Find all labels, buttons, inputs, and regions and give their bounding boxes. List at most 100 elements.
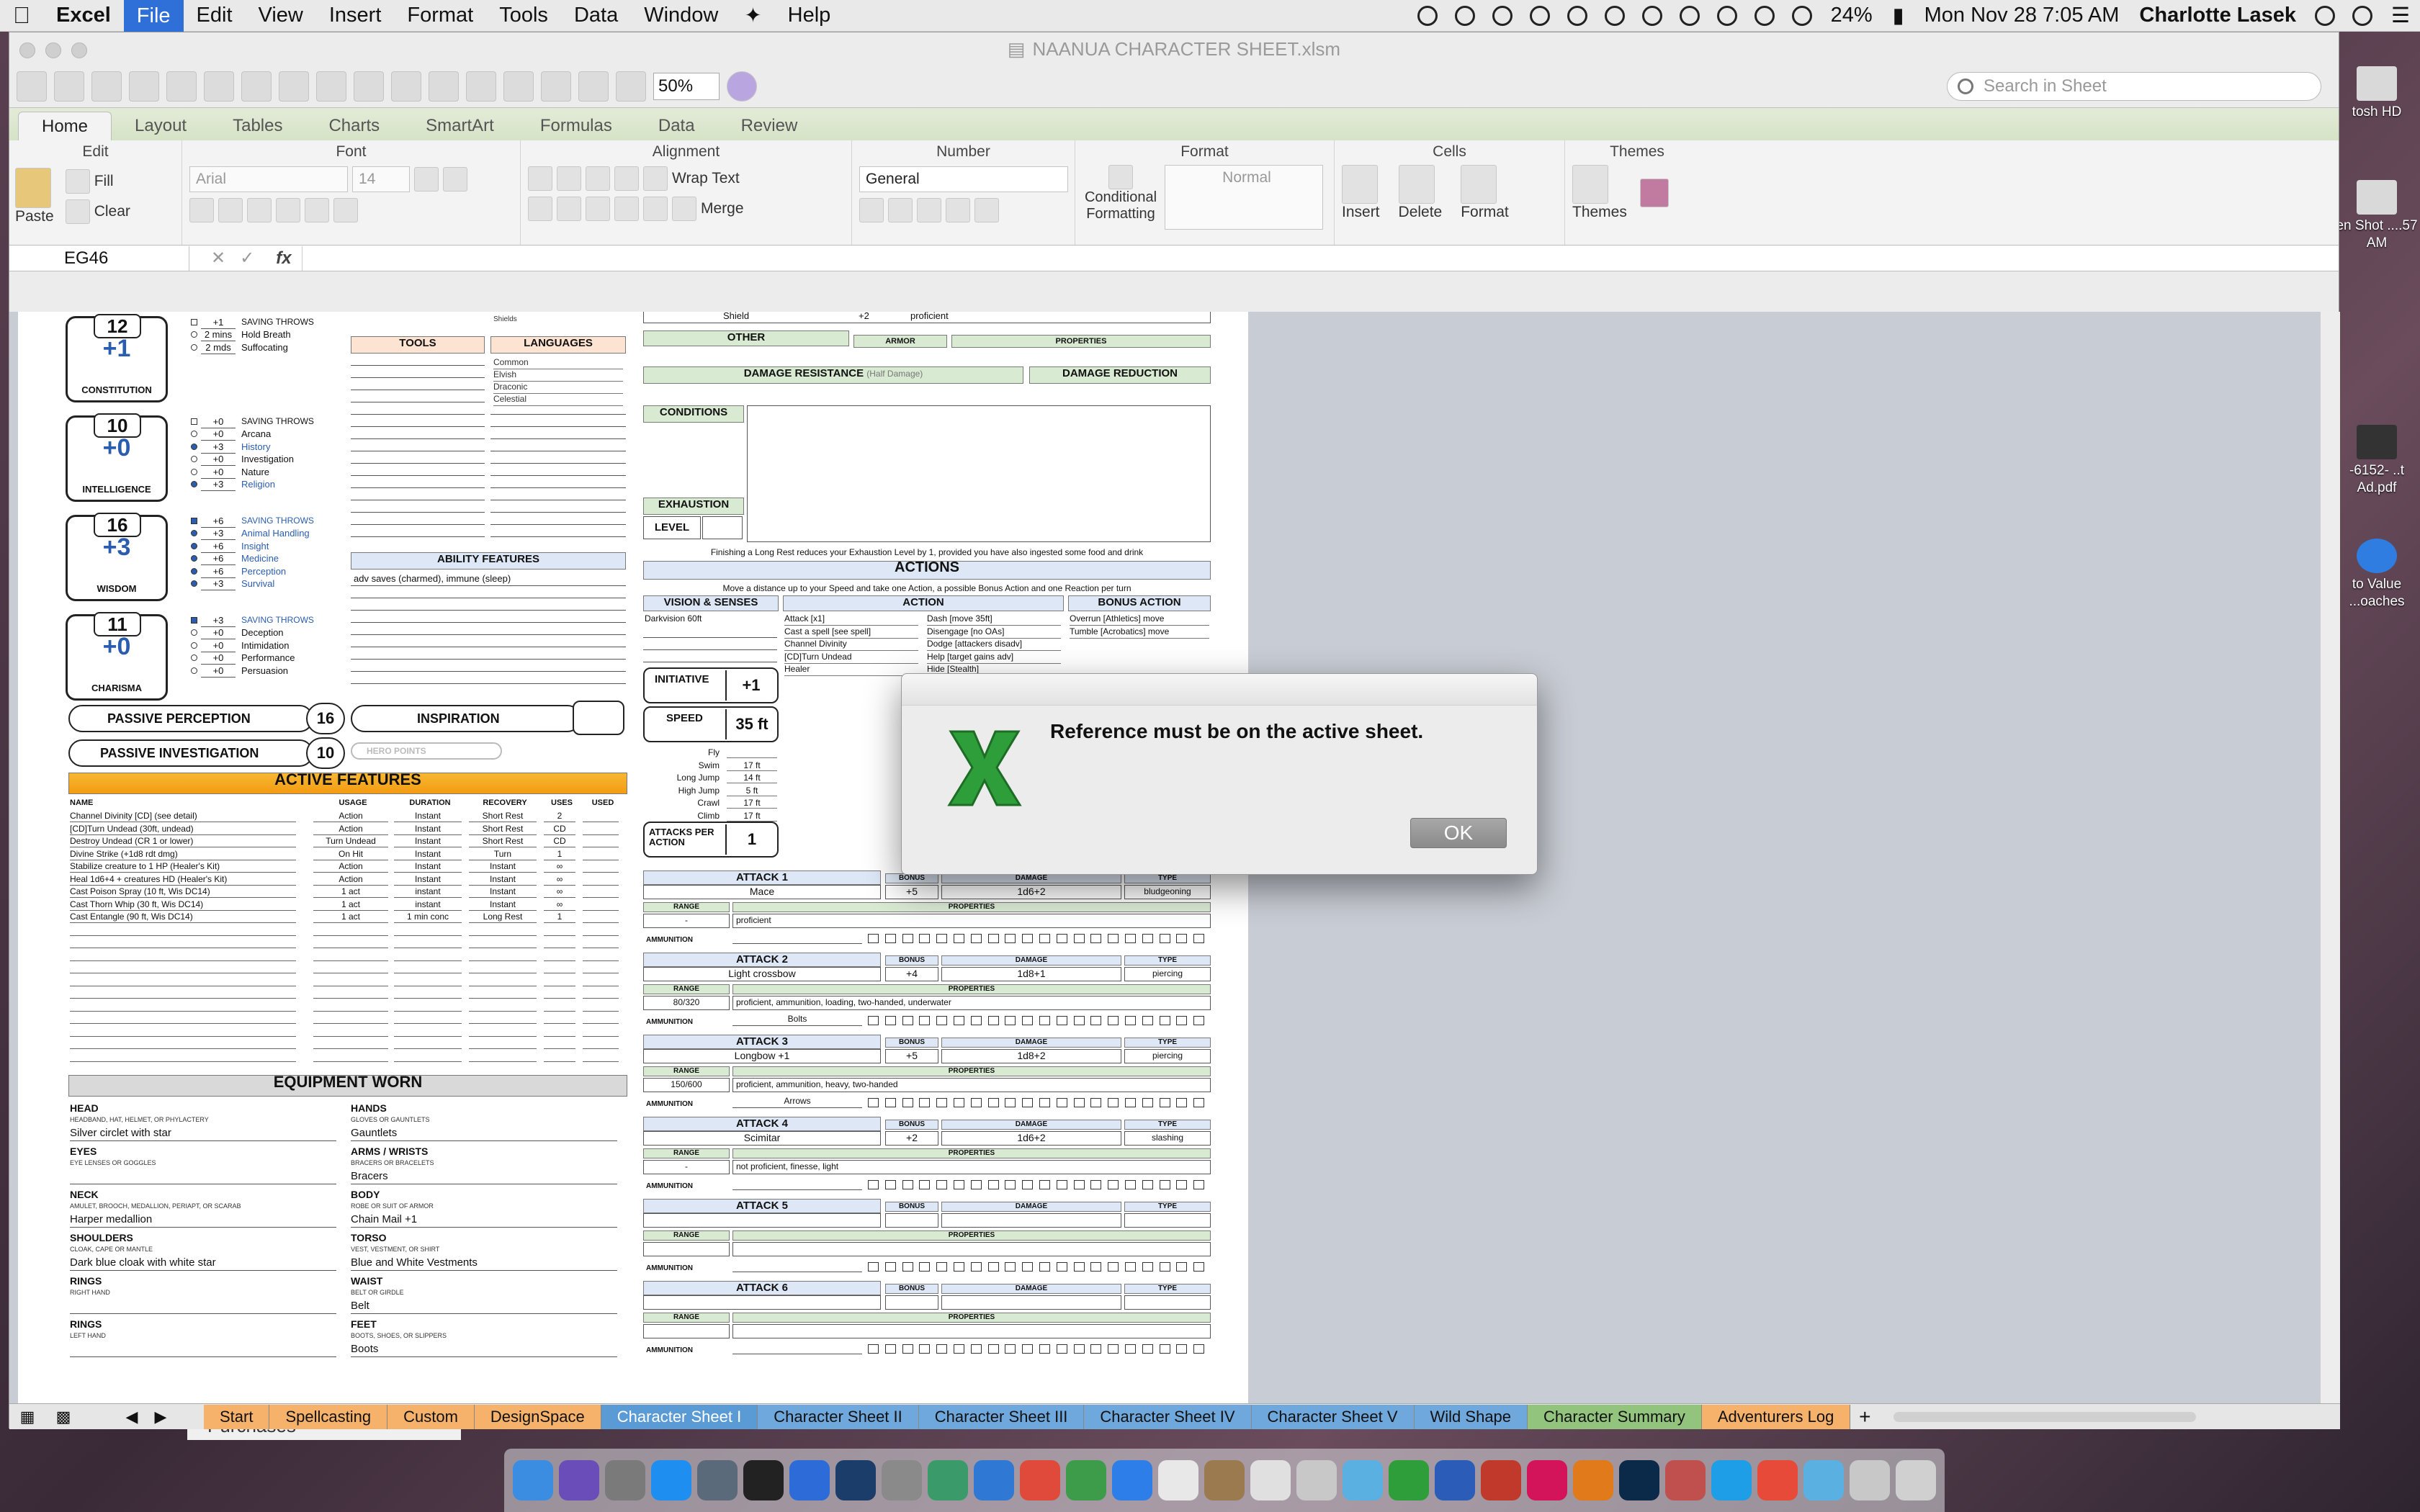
active-feature-cell[interactable] [313, 936, 388, 948]
dock-app-icon[interactable] [1803, 1460, 1844, 1500]
active-feature-cell[interactable]: ∞ [544, 860, 575, 873]
battery-percent[interactable]: 24% [1821, 4, 1883, 27]
attack-range[interactable] [643, 1324, 730, 1338]
vision-value[interactable]: Darkvision 60ft [645, 613, 702, 625]
ammunition-checkbox[interactable] [987, 1098, 999, 1107]
language-line[interactable] [490, 414, 626, 415]
ammunition-checkbox[interactable] [1056, 934, 1067, 943]
dock-app-icon[interactable] [1389, 1460, 1429, 1500]
equipment-item[interactable]: Boots [351, 1343, 617, 1357]
ammunition-checkbox[interactable] [1125, 1098, 1136, 1107]
skill-row[interactable]: +0 Performance [191, 652, 335, 665]
skill-row[interactable]: +0 Nature [191, 466, 335, 479]
ammunition-checkbox[interactable] [1022, 1098, 1034, 1107]
bold-icon[interactable] [189, 198, 214, 222]
template-icon[interactable] [54, 71, 84, 102]
equipment-item[interactable]: Gauntlets [351, 1127, 617, 1141]
tab-data[interactable]: Data [635, 112, 718, 140]
menu-tools[interactable]: Tools [486, 4, 561, 27]
active-feature-cell[interactable] [583, 999, 619, 1012]
ammunition-checkbox[interactable] [1108, 1180, 1119, 1189]
active-feature-cell[interactable] [469, 1025, 537, 1037]
ammunition-checkbox[interactable] [1193, 934, 1205, 943]
language-line[interactable] [490, 524, 626, 525]
movement-value[interactable]: 14 ft [727, 772, 777, 783]
active-feature-cell[interactable]: Action [313, 860, 388, 873]
skill-row[interactable]: +0 Deception [191, 626, 335, 640]
ammunition-checkbox[interactable] [1108, 1016, 1119, 1025]
function-icon[interactable] [541, 71, 571, 102]
ammunition-checkbox[interactable] [954, 1016, 964, 1025]
active-feature-cell[interactable]: Instant [394, 860, 462, 873]
active-feature-cell[interactable] [583, 911, 619, 923]
ammunition-checkbox[interactable] [902, 934, 913, 943]
ammunition-checkbox[interactable] [1056, 1344, 1067, 1354]
ammunition-checkbox[interactable] [954, 1098, 964, 1107]
sort-icon[interactable] [466, 71, 496, 102]
grow-font-icon[interactable] [414, 167, 439, 192]
active-feature-cell[interactable]: 1 act [313, 886, 388, 898]
active-feature-cell[interactable]: ∞ [544, 899, 575, 911]
active-feature-cell[interactable] [70, 1037, 296, 1049]
active-feature-cell[interactable]: Turn Undead [313, 835, 388, 847]
active-feature-cell[interactable] [544, 999, 575, 1012]
vision-line[interactable] [643, 649, 777, 650]
active-feature-cell[interactable] [544, 936, 575, 948]
delete-cells-button[interactable]: Delete [1398, 165, 1442, 221]
attack-name[interactable]: Mace [643, 885, 881, 899]
active-feature-cell[interactable] [544, 961, 575, 973]
active-feature-cell[interactable] [583, 823, 619, 835]
percent-icon[interactable] [888, 198, 913, 222]
proficiency-dot-icon[interactable] [191, 481, 197, 487]
active-feature-cell[interactable]: Instant [469, 873, 537, 886]
active-feature-cell[interactable] [313, 961, 388, 973]
proficiency-dot-icon[interactable] [191, 343, 197, 351]
bonus-action-item[interactable]: Tumble [Acrobatics] move [1070, 626, 1209, 639]
attack-type[interactable]: slashing [1124, 1131, 1211, 1146]
vision-line[interactable] [643, 637, 777, 638]
active-feature-cell[interactable] [583, 848, 619, 860]
attack-range[interactable]: - [643, 1160, 730, 1174]
ammunition-type[interactable]: Arrows [732, 1095, 862, 1108]
attack-name[interactable]: Scimitar [643, 1131, 881, 1146]
menu-edit[interactable]: Edit [184, 4, 246, 27]
dock-app-icon[interactable] [1158, 1460, 1198, 1500]
active-feature-cell[interactable] [583, 936, 619, 948]
ammunition-checkbox[interactable] [868, 1016, 879, 1025]
active-feature-cell[interactable] [70, 1025, 296, 1037]
active-feature-cell[interactable] [544, 924, 575, 936]
active-feature-cell[interactable] [583, 886, 619, 898]
ammunition-checkbox[interactable] [1039, 1344, 1050, 1354]
add-sheet-button[interactable]: + [1850, 1405, 1879, 1428]
airplay-icon[interactable] [1754, 5, 1775, 26]
skill-row[interactable]: +3 Religion [191, 478, 335, 491]
active-feature-cell[interactable]: Cast Poison Spray (10 ft, Wis DC14) [70, 886, 296, 898]
active-feature-cell[interactable]: Cast Entangle (90 ft, Wis DC14) [70, 911, 296, 923]
autosum-icon[interactable] [429, 71, 459, 102]
ammunition-checkbox[interactable] [1039, 1098, 1050, 1107]
ammunition-checkbox[interactable] [884, 1344, 896, 1354]
tool-line[interactable] [351, 438, 485, 439]
language-line[interactable] [490, 512, 626, 513]
ammunition-checkbox[interactable] [1142, 1098, 1153, 1107]
enter-icon[interactable]: ✓ [240, 248, 254, 269]
active-feature-cell[interactable]: Long Rest [469, 911, 537, 923]
attack-range[interactable] [643, 1242, 730, 1256]
stat-intelligence[interactable]: 10 +0 INTELLIGENCE [66, 413, 168, 502]
movement-value[interactable]: 17 ft [727, 810, 777, 822]
ammunition-checkbox[interactable] [1005, 934, 1016, 943]
proficiency-dot-icon[interactable] [191, 456, 197, 463]
clear-button[interactable]: Clear [65, 199, 130, 224]
ammunition-checkbox[interactable] [954, 934, 964, 943]
dock-app-icon[interactable] [1757, 1460, 1798, 1500]
active-feature-cell[interactable] [469, 974, 537, 986]
bonus-action-item[interactable]: Overrun [Athletics] move [1070, 613, 1209, 626]
dock-app-icon[interactable] [1573, 1460, 1613, 1500]
ammunition-checkbox[interactable] [1005, 1016, 1016, 1025]
ammunition-checkbox[interactable] [1005, 1344, 1016, 1354]
align-middle-icon[interactable] [557, 166, 581, 191]
active-feature-cell[interactable] [544, 986, 575, 999]
proficiency-dot-icon[interactable] [191, 443, 197, 450]
ammunition-checkbox[interactable] [1159, 934, 1170, 943]
decrease-decimal-icon[interactable] [974, 198, 999, 222]
